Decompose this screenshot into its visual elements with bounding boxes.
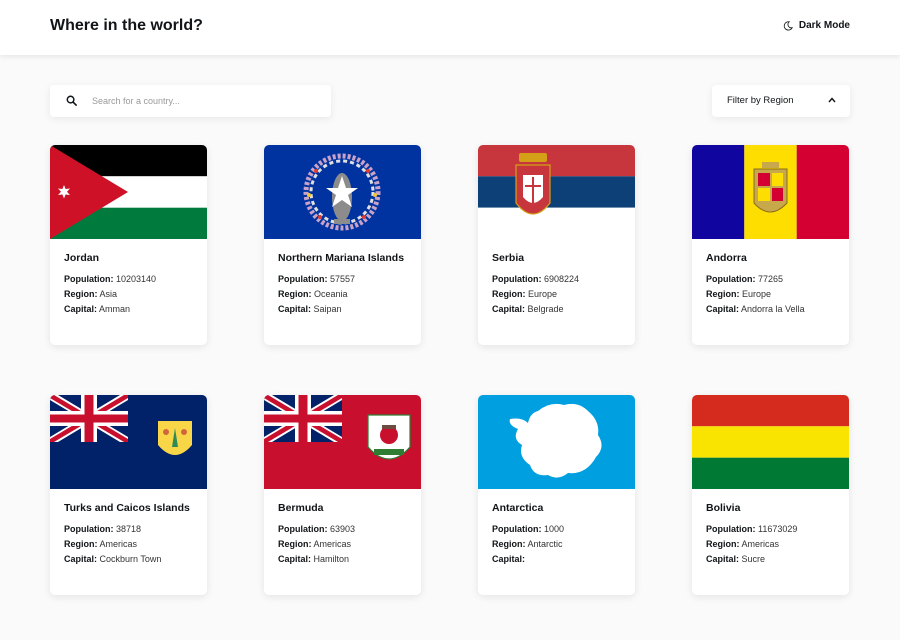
search-box: [50, 85, 331, 117]
region-filter-dropdown[interactable]: Filter by Region: [712, 85, 850, 117]
dark-mode-toggle[interactable]: Dark Mode: [783, 20, 850, 31]
capital-label: Capital:: [64, 554, 98, 564]
capital-label: Capital:: [706, 304, 740, 314]
andorra-flag: [692, 145, 849, 239]
capital-label: Capital:: [492, 554, 526, 564]
region-label: Region:: [492, 289, 526, 299]
population-label: Population:: [492, 524, 542, 534]
population-label: Population:: [278, 524, 328, 534]
jordan-flag: [50, 145, 207, 239]
region-label: Region:: [278, 289, 312, 299]
search-icon: [66, 95, 77, 106]
population-label: Population:: [64, 274, 114, 284]
search-input[interactable]: [92, 85, 322, 117]
app-title: Where in the world?: [50, 17, 203, 34]
population-value: 57557: [330, 274, 356, 284]
country-card-bolivia[interactable]: Bolivia Population: 11673029 Region: Ame…: [692, 395, 849, 595]
population-label: Population:: [278, 274, 328, 284]
region-value: Antarctic: [527, 539, 563, 549]
region-label: Region:: [706, 289, 740, 299]
country-name: Jordan: [64, 252, 100, 264]
population-value: 10203140: [116, 274, 157, 284]
country-name: Serbia: [492, 252, 525, 264]
population-value: 11673029: [758, 524, 798, 534]
capital-label: Capital:: [706, 554, 740, 564]
serbia-flag: [478, 145, 635, 239]
population-value: 6908224: [544, 274, 580, 284]
capital-label: Capital:: [278, 304, 312, 314]
capital-value: Sucre: [741, 554, 766, 564]
population-value: 63903: [330, 524, 356, 534]
antarctica-flag: [478, 395, 635, 489]
turks-and-caicos-islands-flag: [50, 395, 207, 489]
region-label: Region:: [278, 539, 312, 549]
moon-icon: [783, 20, 793, 30]
capital-label: Capital:: [64, 304, 98, 314]
capital-value: Cockburn Town: [99, 554, 162, 564]
country-card-northern-mariana-islands[interactable]: Northern Mariana Islands Population: 575…: [264, 145, 421, 345]
region-value: Americas: [99, 539, 138, 549]
capital-value: Belgrade: [527, 304, 564, 314]
region-value: Americas: [741, 539, 780, 549]
bermuda-flag: [264, 395, 421, 489]
country-card-andorra[interactable]: Andorra Population: 77265 Region: Europe…: [692, 145, 849, 345]
dark-mode-label: Dark Mode: [798, 20, 850, 31]
country-card-bermuda[interactable]: Bermuda Population: 63903 Region: Americ…: [264, 395, 421, 595]
region-label: Region:: [64, 539, 98, 549]
region-value: Europe: [528, 289, 558, 299]
region-label: Region:: [492, 539, 526, 549]
population-value: 77265: [758, 274, 784, 284]
filter-label: Filter by Region: [727, 95, 794, 106]
region-value: Americas: [313, 539, 352, 549]
capital-value: Hamilton: [313, 554, 350, 564]
country-name: Antarctica: [492, 502, 544, 514]
country-name: Andorra: [706, 252, 747, 264]
country-card-antarctica[interactable]: Antarctica Population: 1000 Region: Anta…: [478, 395, 635, 595]
population-label: Population:: [706, 274, 756, 284]
country-name: Bolivia: [706, 502, 741, 514]
capital-label: Capital:: [492, 304, 526, 314]
northern-mariana-islands-flag: [264, 145, 421, 239]
country-name: Northern Mariana Islands: [278, 252, 405, 264]
region-value: Europe: [742, 289, 772, 299]
capital-value: Andorra la Vella: [741, 304, 805, 314]
country-card-turks-and-caicos-islands[interactable]: Turks and Caicos Islands Population: 387…: [50, 395, 207, 595]
bolivia-flag: [692, 395, 849, 489]
top-header: Where in the world? Dark Mode: [0, 0, 900, 55]
capital-label: Capital:: [278, 554, 312, 564]
capital-value: Saipan: [313, 304, 342, 314]
chevron-up-icon: [828, 97, 836, 103]
region-label: Region:: [64, 289, 98, 299]
country-card-serbia[interactable]: Serbia Population: 6908224 Region: Europ…: [478, 145, 635, 345]
population-label: Population:: [64, 524, 114, 534]
capital-value: Amman: [99, 304, 131, 314]
population-value: 38718: [116, 524, 142, 534]
country-name: Bermuda: [278, 502, 324, 514]
country-card-jordan[interactable]: Jordan Population: 10203140 Region: Asia…: [50, 145, 207, 345]
country-name: Turks and Caicos Islands: [64, 502, 190, 514]
population-label: Population:: [706, 524, 756, 534]
region-value: Oceania: [314, 289, 348, 299]
region-value: Asia: [99, 289, 118, 299]
population-label: Population:: [492, 274, 542, 284]
region-label: Region:: [706, 539, 740, 549]
population-value: 1000: [544, 524, 565, 534]
